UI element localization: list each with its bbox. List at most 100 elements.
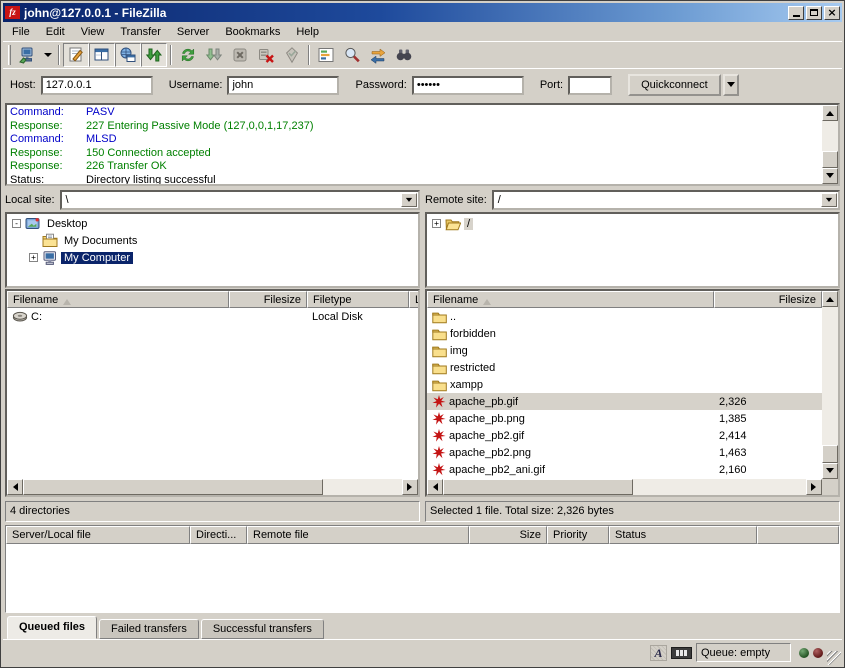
directory-listing-filters-button[interactable] <box>313 43 339 67</box>
find-files-button[interactable] <box>391 43 417 67</box>
tree-item-desktop[interactable]: -Desktop <box>7 215 418 232</box>
scroll-thumb[interactable] <box>23 479 323 495</box>
process-queue-button[interactable] <box>201 43 227 67</box>
toggle-message-log-button[interactable] <box>63 43 89 67</box>
cancel-operation-button[interactable] <box>227 43 253 67</box>
menu-server[interactable]: Server <box>169 23 217 41</box>
local-site-label: Local site: <box>5 194 55 206</box>
file-row-apache-pb2-ani-gif[interactable]: apache_pb2_ani.gif2,160 <box>427 461 822 478</box>
toolbar-grip[interactable] <box>8 45 11 65</box>
speed-limit-icon[interactable] <box>671 647 692 659</box>
remote-site-dropdown-button[interactable] <box>821 193 837 207</box>
menu-help[interactable]: Help <box>288 23 327 41</box>
tree-item-my-computer[interactable]: +My Computer <box>7 249 418 266</box>
tab-successful-transfers[interactable]: Successful transfers <box>201 619 324 639</box>
column-header-filetype[interactable]: Filetype <box>307 291 409 308</box>
queue-column-priority[interactable]: Priority <box>547 526 609 544</box>
scroll-right-button[interactable] <box>806 479 822 495</box>
expand-icon[interactable]: + <box>29 253 38 262</box>
close-button[interactable]: × <box>824 6 840 20</box>
file-row-item[interactable]: .. <box>427 308 822 325</box>
column-header-filesize[interactable]: Filesize <box>229 291 307 308</box>
queue-column-label: Server/Local file <box>12 529 91 541</box>
scroll-thumb[interactable] <box>822 151 838 168</box>
file-row-apache-pb-gif[interactable]: apache_pb.gif2,326 <box>427 393 822 410</box>
menu-view[interactable]: View <box>73 23 113 41</box>
disconnect-button[interactable] <box>253 43 279 67</box>
queue-column-remote-file[interactable]: Remote file <box>247 526 469 544</box>
file-row-forbidden[interactable]: forbidden <box>427 325 822 342</box>
scroll-up-button[interactable] <box>822 291 838 307</box>
file-row-apache-pb2-gif[interactable]: apache_pb2.gif2,414 <box>427 427 822 444</box>
username-input[interactable] <box>227 76 339 95</box>
remote-directory-tree[interactable]: +/ <box>425 212 840 288</box>
scroll-thumb[interactable] <box>822 445 838 463</box>
remote-site-combobox[interactable]: / <box>492 190 840 210</box>
file-row-apache-pb-png[interactable]: apache_pb.png1,385 <box>427 410 822 427</box>
quickconnect-dropdown-button[interactable] <box>723 74 739 96</box>
local-status-text: 4 directories <box>5 501 420 522</box>
resize-grip[interactable] <box>827 651 841 665</box>
queue-column-size[interactable]: Size <box>469 526 547 544</box>
collapse-icon[interactable]: - <box>12 219 21 228</box>
transfer-type-icon[interactable]: A <box>650 645 667 661</box>
file-row-xampp[interactable]: xampp <box>427 376 822 393</box>
log-scrollbar[interactable] <box>822 105 838 184</box>
file-row-restricted[interactable]: restricted <box>427 359 822 376</box>
menu-edit[interactable]: Edit <box>38 23 73 41</box>
scroll-thumb[interactable] <box>443 479 633 495</box>
scroll-up-button[interactable] <box>822 105 838 121</box>
column-header-filename[interactable]: Filename <box>7 291 229 308</box>
maximize-button[interactable] <box>806 6 822 20</box>
menu-file[interactable]: File <box>4 23 38 41</box>
password-input[interactable] <box>412 76 524 95</box>
scroll-down-button[interactable] <box>822 463 838 479</box>
site-manager-dropdown-button[interactable] <box>40 43 55 67</box>
column-header-filename[interactable]: Filename <box>427 291 714 308</box>
menu-transfer[interactable]: Transfer <box>112 23 169 41</box>
scroll-left-button[interactable] <box>7 479 23 495</box>
toggle-remote-tree-button[interactable] <box>115 43 141 67</box>
local-site-combobox[interactable]: \ <box>60 190 420 210</box>
log-line: Response:226 Transfer OK <box>10 160 820 174</box>
queue-column-status[interactable]: Status <box>609 526 757 544</box>
toggle-local-tree-button[interactable] <box>89 43 115 67</box>
scroll-left-button[interactable] <box>427 479 443 495</box>
queue-column-spacer[interactable] <box>757 526 839 544</box>
column-header-filesize[interactable]: Filesize <box>714 291 822 308</box>
port-input[interactable] <box>568 76 612 95</box>
message-log[interactable]: Command:PASVResponse:227 Entering Passiv… <box>5 103 840 186</box>
abort-button[interactable] <box>279 43 305 67</box>
tab-queued-files[interactable]: Queued files <box>7 616 97 639</box>
queue-body[interactable] <box>6 544 839 612</box>
local-directory-tree[interactable]: -DesktopMy Documents+My Computer <box>5 212 420 288</box>
local-site-dropdown-button[interactable] <box>401 193 417 207</box>
tree-item-item[interactable]: +/ <box>427 215 838 232</box>
quickconnect-button[interactable]: Quickconnect <box>628 74 721 96</box>
minimize-button[interactable] <box>788 6 804 20</box>
synchronized-browsing-button[interactable] <box>365 43 391 67</box>
tree-item-my-documents[interactable]: My Documents <box>7 232 418 249</box>
toggle-transfer-queue-button[interactable] <box>141 43 167 67</box>
remote-file-list[interactable]: FilenameFilesize..forbiddenimgrestricted… <box>425 289 840 497</box>
file-row-c[interactable]: C:Local Disk <box>7 308 418 325</box>
file-row-img[interactable]: img <box>427 342 822 359</box>
folder-icon <box>432 327 447 341</box>
scroll-down-button[interactable] <box>822 168 838 184</box>
site-manager-button[interactable] <box>14 43 40 67</box>
host-input[interactable] <box>41 76 153 95</box>
tab-failed-transfers[interactable]: Failed transfers <box>99 619 199 639</box>
file-row-apache-pb2-png[interactable]: apache_pb2.png1,463 <box>427 444 822 461</box>
remote-hscrollbar[interactable] <box>427 479 822 495</box>
menu-bookmarks[interactable]: Bookmarks <box>217 23 288 41</box>
expand-icon[interactable]: + <box>432 219 441 228</box>
queue-column-directi[interactable]: Directi... <box>190 526 247 544</box>
local-hscrollbar[interactable] <box>7 479 418 495</box>
refresh-button[interactable] <box>175 43 201 67</box>
directory-comparison-button[interactable] <box>339 43 365 67</box>
queue-column-server-local-file[interactable]: Server/Local file <box>6 526 190 544</box>
scroll-right-button[interactable] <box>402 479 418 495</box>
local-file-list[interactable]: FilenameFilesizeFiletypeLC:Local Disk <box>5 289 420 497</box>
remote-vscrollbar[interactable] <box>822 291 838 479</box>
column-header-l[interactable]: L <box>409 291 418 308</box>
